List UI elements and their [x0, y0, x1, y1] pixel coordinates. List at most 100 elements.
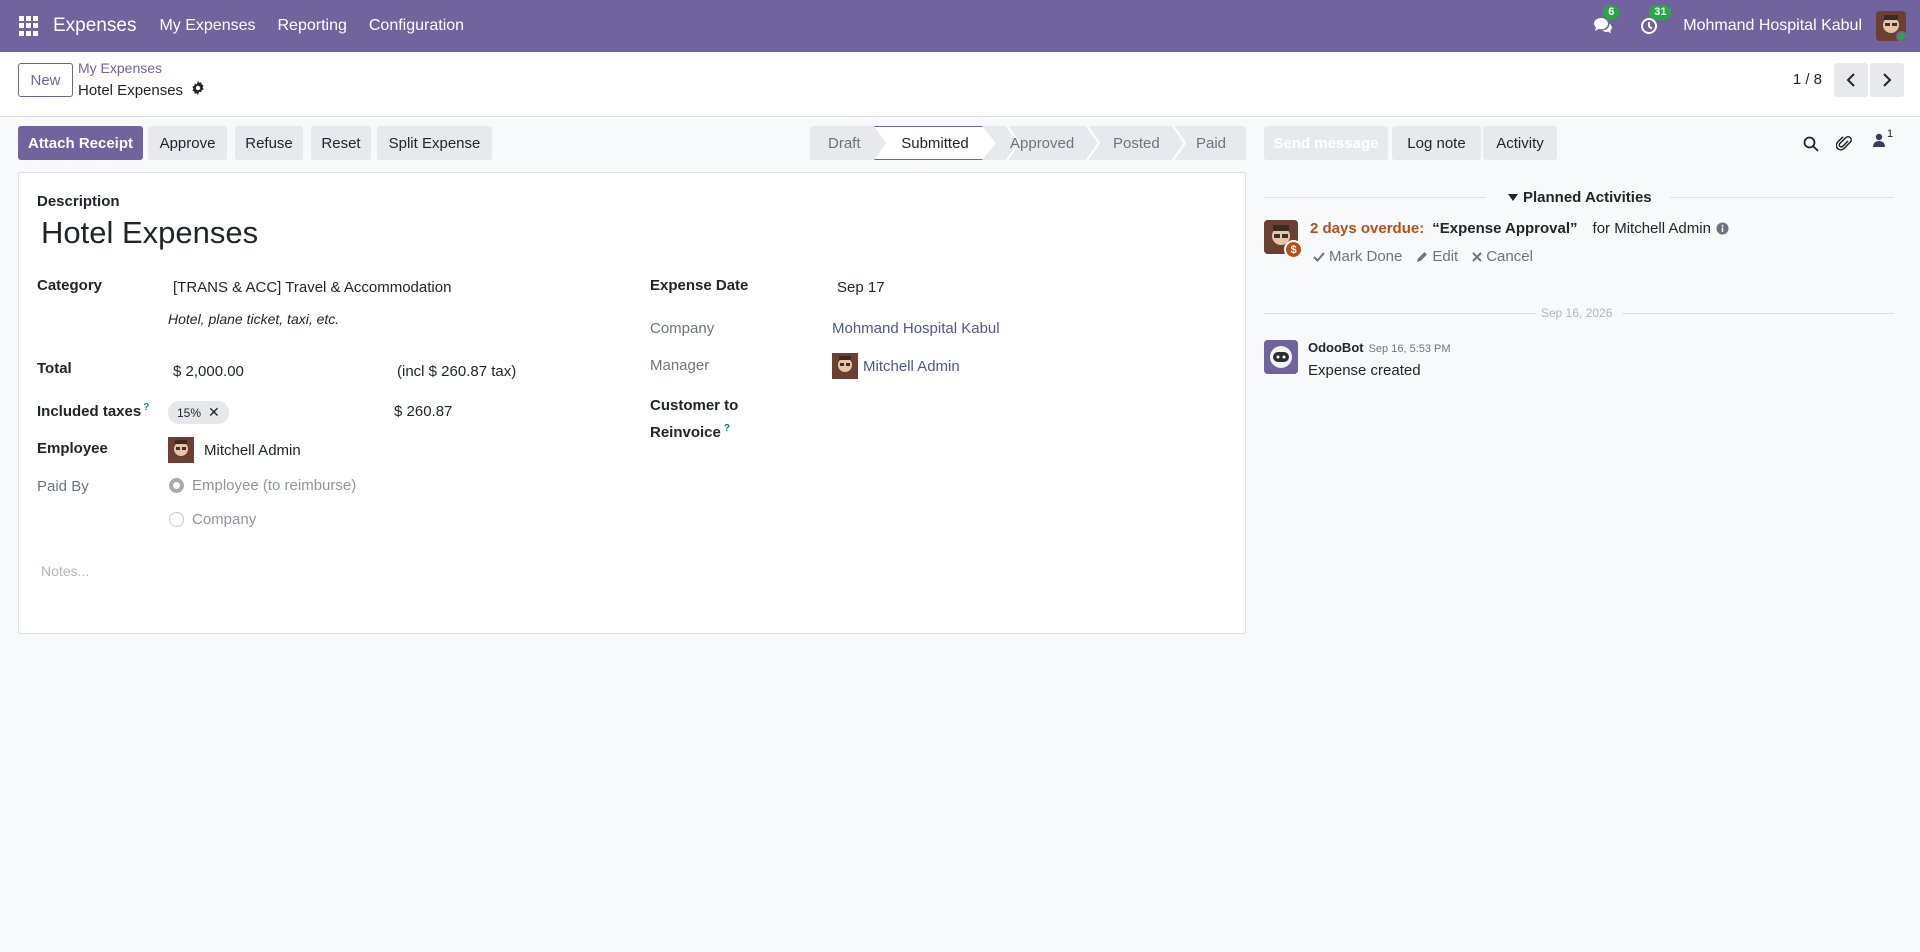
odoobot-avatar — [1264, 340, 1298, 374]
date-separator: Sep 16, 2026 — [1541, 306, 1613, 320]
messages-button[interactable]: 6 — [1591, 5, 1620, 38]
cancel-button[interactable]: Cancel — [1472, 248, 1533, 265]
manager-avatar — [832, 353, 858, 379]
paid-by-company-option[interactable]: Company — [169, 511, 256, 528]
mark-done-button[interactable]: Mark Done — [1313, 248, 1402, 265]
pager-next-button[interactable] — [1870, 63, 1904, 97]
user-avatar[interactable] — [1876, 11, 1906, 41]
followers-button[interactable]: 1 — [1873, 128, 1893, 148]
pager-value[interactable]: 1 / 8 — [1793, 71, 1822, 88]
menu-reporting[interactable]: Reporting — [278, 17, 347, 35]
reinvoice-label-line1: Customer to — [650, 397, 739, 414]
status-bar: Draft Submitted Approved Posted Paid — [810, 126, 1246, 160]
reinvoice-label: Customer to Reinvoice? — [650, 394, 738, 444]
attach-receipt-button[interactable]: Attach Receipt — [18, 126, 143, 160]
manager-field[interactable]: Mitchell Admin — [832, 353, 960, 379]
log-note-button[interactable]: Log note — [1392, 126, 1481, 160]
mark-done-label: Mark Done — [1329, 248, 1403, 265]
stage-posted[interactable]: Posted — [1113, 126, 1160, 160]
tax-tag[interactable]: 15% ✕ — [168, 401, 229, 424]
paperclip-icon[interactable] — [1835, 134, 1852, 156]
paid-by-company-label: Company — [192, 511, 257, 528]
caret-down-icon — [1508, 193, 1518, 201]
total-field[interactable]: $ 2,000.00 — [173, 363, 244, 380]
employee-field[interactable]: Mitchell Admin — [168, 437, 301, 463]
radio-checked-icon — [169, 478, 184, 493]
category-field[interactable]: [TRANS & ACC] Travel & Accommodation — [173, 279, 451, 296]
category-label: Category — [37, 277, 103, 294]
control-panel: New My Expenses Hotel Expenses 1 / 8 — [0, 52, 1920, 117]
menu-configuration[interactable]: Configuration — [369, 17, 464, 35]
chevron-left-icon — [1846, 73, 1855, 87]
stage-paid[interactable]: Paid — [1196, 126, 1226, 160]
app-grid-icon[interactable] — [19, 16, 39, 36]
new-button[interactable]: New — [18, 63, 73, 97]
search-icon[interactable] — [1803, 136, 1819, 156]
message-header: OdooBot Sep 16, 5:53 PM — [1308, 340, 1451, 355]
app-name[interactable]: Expenses — [53, 15, 136, 37]
activity-name: “Expense Approval” — [1432, 220, 1578, 237]
form-sheet: Description Hotel Expenses Category [TRA… — [18, 172, 1246, 634]
close-icon — [1472, 251, 1482, 262]
menu-my-expenses[interactable]: My Expenses — [159, 17, 255, 35]
stage-submitted[interactable]: Submitted — [874, 126, 996, 160]
company-field[interactable]: Mohmand Hospital Kabul — [832, 320, 1000, 337]
message-author[interactable]: OdooBot — [1308, 340, 1364, 355]
help-icon[interactable]: ? — [143, 402, 149, 413]
expense-date-field[interactable]: Sep 17 — [837, 279, 885, 296]
divider — [1264, 313, 1536, 314]
followers-count: 1 — [1887, 128, 1894, 140]
top-navbar: Expenses My Expenses Reporting Configura… — [0, 0, 1920, 52]
pager-previous-button[interactable] — [1834, 63, 1868, 97]
online-status-dot — [1896, 31, 1906, 41]
notes-field[interactable]: Notes... — [41, 563, 89, 579]
breadcrumb-current: Hotel Expenses — [78, 81, 205, 99]
help-icon[interactable]: ? — [724, 423, 730, 434]
info-icon[interactable] — [1716, 222, 1729, 235]
edit-button[interactable]: Edit — [1416, 248, 1458, 265]
divider — [1622, 313, 1894, 314]
check-icon — [1313, 251, 1325, 262]
reinvoice-label-line2: Reinvoice — [650, 424, 721, 441]
total-tax-note: (incl $ 260.87 tax) — [397, 363, 517, 380]
record-title: Hotel Expenses — [78, 81, 184, 99]
pencil-icon — [1417, 251, 1428, 262]
gear-icon[interactable] — [191, 81, 205, 99]
included-taxes-label: Included taxes? — [37, 402, 149, 420]
overdue-label: 2 days overdue: — [1310, 220, 1425, 237]
stage-approved[interactable]: Approved — [1010, 126, 1074, 160]
breadcrumb-parent[interactable]: My Expenses — [78, 60, 162, 76]
refuse-button[interactable]: Refuse — [235, 126, 303, 160]
message-time: Sep 16, 5:53 PM — [1368, 343, 1451, 355]
stage-separator-icon — [1086, 126, 1100, 160]
divider — [1264, 197, 1486, 198]
paid-by-label: Paid By — [37, 478, 89, 495]
stage-separator-icon — [1172, 126, 1186, 160]
activity-assignee: for Mitchell Admin — [1592, 220, 1711, 237]
send-message-button[interactable]: Send message — [1264, 126, 1388, 160]
employee-name: Mitchell Admin — [204, 441, 301, 459]
employee-avatar — [168, 437, 194, 463]
company-switcher[interactable]: Mohmand Hospital Kabul — [1683, 17, 1862, 35]
stage-draft[interactable]: Draft — [828, 126, 861, 160]
paid-by-employee-option[interactable]: Employee (to reimburse) — [169, 477, 356, 494]
planned-activities-toggle[interactable]: Planned Activities — [1508, 189, 1652, 206]
dollar-icon: $ — [1284, 240, 1303, 259]
included-taxes-text: Included taxes — [37, 403, 142, 420]
manager-name: Mitchell Admin — [863, 357, 960, 375]
person-icon — [1873, 133, 1885, 147]
activity-line: 2 days overdue: “Expense Approval” for M… — [1310, 220, 1729, 237]
description-field[interactable]: Hotel Expenses — [41, 215, 258, 251]
total-label: Total — [37, 360, 72, 377]
split-expense-button[interactable]: Split Expense — [377, 126, 492, 160]
category-hint: Hotel, plane ticket, taxi, etc. — [168, 311, 340, 327]
reset-button[interactable]: Reset — [311, 126, 371, 160]
activities-button[interactable]: 31 — [1637, 5, 1672, 38]
activity-actions: Mark Done Edit Cancel — [1313, 248, 1533, 265]
chevron-right-icon — [1883, 73, 1892, 87]
approve-button[interactable]: Approve — [148, 126, 227, 160]
cancel-label: Cancel — [1486, 248, 1533, 265]
activity-button[interactable]: Activity — [1483, 126, 1557, 160]
activities-count-badge: 31 — [1649, 5, 1672, 20]
close-icon[interactable]: ✕ — [208, 404, 220, 421]
